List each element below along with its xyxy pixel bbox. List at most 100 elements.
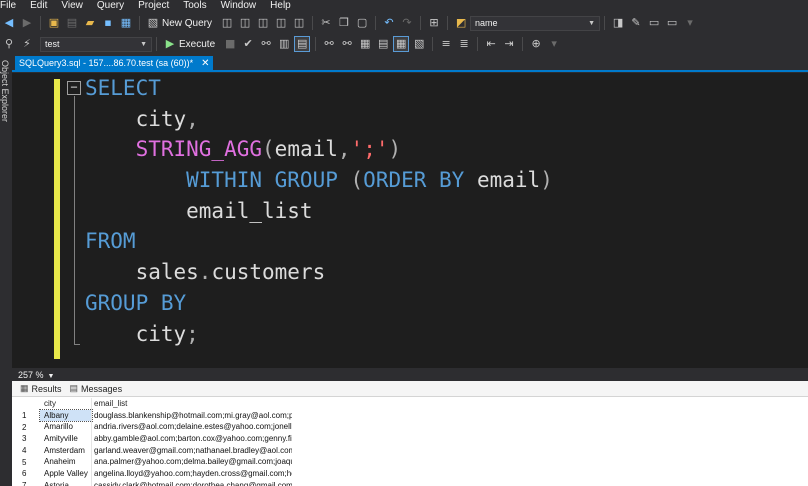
table-row[interactable]: 4 Amsterdam garland.weaver@gmail.com;natha… — [12, 444, 808, 457]
new-query-button[interactable]: New Query — [162, 18, 212, 29]
menu-edit[interactable]: Edit — [24, 0, 55, 12]
save-all-icon[interactable]: ▦ — [119, 16, 133, 30]
table-row[interactable]: 2 Amarillo andria.rivers@aol.com;delaine.e… — [12, 421, 808, 434]
collapse-region-icon[interactable]: − — [67, 81, 81, 95]
code-line[interactable]: WITHIN GROUP (ORDER BY email) — [85, 165, 553, 196]
menu-view[interactable]: View — [55, 0, 91, 12]
back-icon[interactable]: ◀ — [2, 16, 16, 30]
save-icon[interactable]: ▪ — [101, 16, 115, 30]
table-row[interactable]: 3 Amityville abby.gamble@aol.com;barton.co… — [12, 433, 808, 445]
results-to-grid-icon[interactable]: ▤ — [294, 36, 311, 52]
copy-icon[interactable]: ❐ — [337, 16, 351, 30]
client-stats-icon[interactable]: ▦ — [358, 37, 372, 51]
forward-icon[interactable]: ▶ — [20, 16, 34, 30]
cell-email-list[interactable]: garland.weaver@gmail.com;nathanael.bradl… — [92, 445, 292, 457]
execute-icon[interactable]: ▶ — [163, 37, 177, 51]
specify-values-icon[interactable]: ⊕ — [529, 37, 543, 51]
add-item-icon[interactable]: ▤ — [65, 16, 79, 30]
code-line[interactable]: city, — [85, 104, 553, 135]
increase-indent-icon[interactable]: ⇥ — [502, 37, 516, 51]
cell-email-list[interactable]: cassidy.clark@hotmail.com;dorothea.chang… — [92, 480, 292, 486]
row-number[interactable]: 6 — [12, 469, 40, 478]
cell-email-list[interactable]: andria.rivers@aol.com;delaine.estes@yaho… — [92, 421, 292, 433]
row-number[interactable]: 3 — [12, 434, 40, 443]
properties-wrench-icon[interactable]: ✎ — [629, 16, 643, 30]
code-area[interactable]: SELECT city, STRING_AGG(email,';') WITHI… — [85, 73, 553, 349]
find-combo[interactable]: name ▼ — [470, 15, 601, 31]
navigate-icon[interactable]: ⊞ — [427, 16, 441, 30]
table-row[interactable]: 5 Anaheim ana.palmer@yahoo.com;delma.baile… — [12, 456, 808, 469]
results-grid[interactable]: city email_list 1 Albany douglass.blankens… — [12, 398, 808, 486]
undo-icon[interactable]: ↶ — [382, 16, 396, 30]
code-line[interactable]: STRING_AGG(email,';') — [85, 134, 553, 165]
column-header-email-list[interactable]: email_list — [92, 398, 292, 410]
row-number[interactable]: 2 — [12, 423, 40, 432]
menu-window[interactable]: Window — [215, 0, 265, 12]
paste-icon[interactable]: ▢ — [355, 16, 369, 30]
dmx-query-icon[interactable]: ◫ — [238, 16, 252, 30]
menu-project[interactable]: Project — [132, 0, 177, 12]
query-editor[interactable]: − SELECT city, STRING_AGG(email,';') WIT… — [12, 73, 808, 368]
database-selector[interactable]: test ▼ — [40, 36, 152, 52]
connect-icon[interactable]: ⚲ — [2, 37, 16, 51]
cell-email-list[interactable]: abby.gamble@aol.com;barton.cox@yahoo.com… — [92, 433, 292, 445]
analysis-query-icon[interactable]: ◫ — [292, 16, 306, 30]
cell-email-list[interactable]: douglass.blankenship@hotmail.com;mi.gray… — [92, 410, 292, 422]
cell-email-list[interactable]: ana.palmer@yahoo.com;delma.bailey@gmail.… — [92, 456, 292, 468]
cell-email-list[interactable]: angelina.lloyd@yahoo.com;hayden.cross@gm… — [92, 468, 292, 480]
code-line[interactable]: email_list — [85, 196, 553, 227]
include-plan-icon[interactable]: ⚯ — [322, 37, 336, 51]
comment-icon[interactable]: ≡ — [439, 37, 453, 51]
tab-results[interactable]: ▦ Results — [20, 383, 62, 394]
cell-city[interactable]: Apple Valley — [40, 468, 92, 480]
new-query-icon[interactable]: ▧ — [146, 16, 160, 30]
cut-icon[interactable]: ✂ — [319, 16, 333, 30]
display-plan-icon[interactable]: ⚯ — [259, 37, 273, 51]
menu-help[interactable]: Help — [264, 0, 299, 12]
object-explorer-label[interactable]: Object Explorer — [0, 60, 10, 122]
cancel-query-icon[interactable]: ■ — [223, 37, 237, 51]
zoom-selector[interactable]: 257 % ▼ — [18, 370, 54, 380]
uncomment-icon[interactable]: ≣ — [457, 37, 471, 51]
code-line[interactable]: sales.customers — [85, 257, 553, 288]
query-designer-icon[interactable]: ▥ — [277, 37, 291, 51]
cell-city[interactable]: Anaheim — [40, 456, 92, 469]
object-explorer-strip[interactable]: Object Explorer — [0, 56, 12, 486]
cell-city[interactable]: Albany — [39, 408, 93, 423]
code-line[interactable]: SELECT — [85, 73, 553, 104]
change-connection-icon[interactable]: ⚡ — [20, 37, 34, 51]
find-icon[interactable]: ◩ — [454, 16, 468, 30]
live-stats-icon[interactable]: ⚯ — [340, 37, 354, 51]
menu-file[interactable]: File — [0, 0, 24, 12]
toolbox-icon[interactable]: ▭ — [647, 16, 661, 30]
parse-icon[interactable]: ✔ — [241, 37, 255, 51]
xmla-query-icon[interactable]: ◫ — [256, 16, 270, 30]
code-line[interactable]: FROM — [85, 226, 553, 257]
close-icon[interactable]: ✕ — [201, 58, 209, 69]
window-layout-icon[interactable]: ▭ — [665, 16, 679, 30]
new-project-icon[interactable]: ▣ — [47, 16, 61, 30]
cell-city[interactable]: Amarillo — [40, 421, 92, 434]
code-line[interactable]: GROUP BY — [85, 288, 553, 319]
table-row[interactable]: 7 Astoria cassidy.clark@hotmail.com;doroth… — [12, 479, 808, 486]
row-number[interactable]: 1 — [12, 411, 40, 420]
results-to-file-icon[interactable]: ▧ — [412, 37, 426, 51]
menu-query[interactable]: Query — [91, 0, 132, 12]
row-number[interactable]: 4 — [12, 446, 40, 455]
solution-explorer-icon[interactable]: ◨ — [611, 16, 625, 30]
table-row[interactable]: 6 Apple Valley angelina.lloyd@yahoo.com;ha… — [12, 468, 808, 480]
cell-city[interactable]: Amsterdam — [40, 444, 92, 457]
results-grid-toggle-icon[interactable]: ▦ — [393, 36, 410, 52]
results-to-text-icon[interactable]: ▤ — [376, 37, 390, 51]
dax-query-icon[interactable]: ◫ — [274, 16, 288, 30]
cell-city[interactable]: Astoria — [40, 479, 92, 486]
tab-messages[interactable]: ▤ Messages — [70, 383, 123, 394]
redo-icon[interactable]: ↷ — [400, 16, 414, 30]
mdx-query-icon[interactable]: ◫ — [220, 16, 234, 30]
decrease-indent-icon[interactable]: ⇤ — [484, 37, 498, 51]
row-number[interactable]: 5 — [12, 458, 40, 467]
tab-sqlquery3[interactable]: SQLQuery3.sql - 157....86.70.test (sa (6… — [15, 56, 214, 70]
column-header-city[interactable]: city — [40, 398, 92, 410]
menu-tools[interactable]: Tools — [177, 0, 214, 12]
cell-city[interactable]: Amityville — [40, 433, 92, 445]
